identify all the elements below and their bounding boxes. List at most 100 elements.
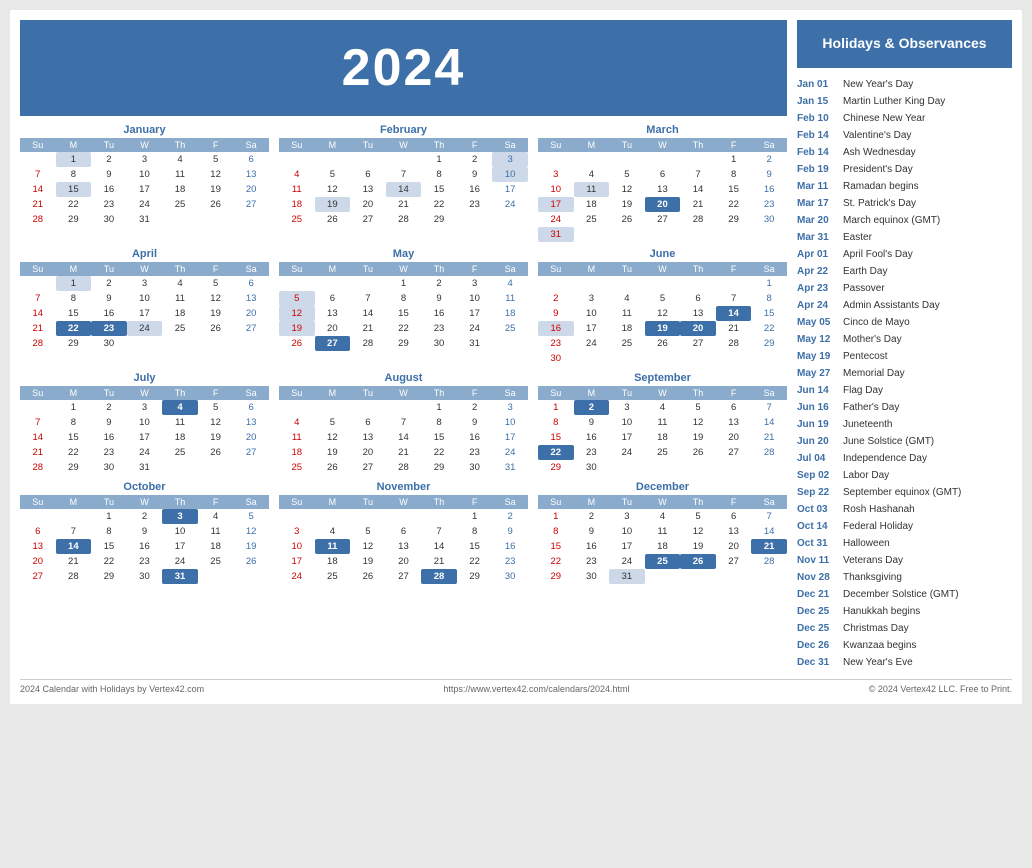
calendar-day: 16 <box>492 539 528 554</box>
calendar-day: 14 <box>751 524 787 539</box>
day-header: W <box>127 138 163 152</box>
calendar-day <box>162 212 198 227</box>
calendar-day: 6 <box>350 167 386 182</box>
day-header: Tu <box>350 262 386 276</box>
holiday-date: May 05 <box>797 314 837 331</box>
calendar-day: 4 <box>574 167 610 182</box>
day-header: Tu <box>609 138 645 152</box>
calendar-day: 29 <box>56 336 92 351</box>
day-header: Su <box>20 262 56 276</box>
calendar-day: 2 <box>574 400 610 415</box>
calendar-day: 21 <box>386 197 422 212</box>
calendar-day: 27 <box>350 460 386 475</box>
calendar-day: 10 <box>609 415 645 430</box>
calendar-day: 25 <box>492 321 528 336</box>
calendar-day: 22 <box>457 554 493 569</box>
month-block: AprilSuMTuWThFSa123456789101112131415161… <box>20 248 269 366</box>
calendar-day <box>680 569 716 584</box>
month-block: JanuarySuMTuWThFSa1234567891011121314151… <box>20 124 269 242</box>
calendar-day: 14 <box>386 430 422 445</box>
calendar-day: 2 <box>492 509 528 524</box>
month-table: SuMTuWThFSa12345678910111213141516171819… <box>279 386 528 475</box>
calendar-day <box>56 509 92 524</box>
calendar-day: 5 <box>233 509 269 524</box>
calendar-day: 8 <box>56 415 92 430</box>
calendar-day: 29 <box>751 336 787 351</box>
day-header: Sa <box>233 138 269 152</box>
calendar-day: 23 <box>127 554 163 569</box>
holiday-name: April Fool's Day <box>843 246 913 263</box>
holiday-item: Jun 19Juneteenth <box>797 416 1012 433</box>
calendar-day: 12 <box>680 524 716 539</box>
holiday-name: Juneteenth <box>843 416 893 433</box>
calendar-day <box>574 276 610 291</box>
day-header: Th <box>680 138 716 152</box>
calendar-day <box>645 276 681 291</box>
calendar-day: 10 <box>457 291 493 306</box>
calendar-day: 30 <box>91 460 127 475</box>
sidebar-title: Holidays & Observances <box>797 20 1012 68</box>
calendar-day: 12 <box>279 306 315 321</box>
holiday-date: Sep 02 <box>797 467 837 484</box>
calendar-day: 9 <box>91 167 127 182</box>
day-header: Sa <box>492 138 528 152</box>
day-header: Tu <box>91 262 127 276</box>
day-header: Sa <box>751 262 787 276</box>
calendar-day: 16 <box>457 182 493 197</box>
calendar-day: 26 <box>198 321 234 336</box>
calendar-day: 17 <box>127 182 163 197</box>
calendar-day: 31 <box>609 569 645 584</box>
calendar-day: 8 <box>421 415 457 430</box>
calendar-day: 20 <box>386 554 422 569</box>
calendar-day: 9 <box>421 291 457 306</box>
calendar-day: 22 <box>56 321 92 336</box>
calendar-day: 11 <box>162 167 198 182</box>
calendar-day: 18 <box>162 182 198 197</box>
holiday-name: Thanksgiving <box>843 569 902 586</box>
calendar-day: 18 <box>609 321 645 336</box>
calendar-day: 16 <box>751 182 787 197</box>
sidebar: Holidays & Observances Jan 01New Year's … <box>797 20 1012 671</box>
calendar-day <box>198 460 234 475</box>
calendar-day: 15 <box>56 306 92 321</box>
months-grid: JanuarySuMTuWThFSa1234567891011121314151… <box>20 124 787 584</box>
calendar-day: 1 <box>457 509 493 524</box>
calendar-day: 24 <box>162 554 198 569</box>
holiday-item: May 05 Cinco de Mayo <box>797 314 1012 331</box>
holiday-date: Feb 14 <box>797 144 837 161</box>
month-title: August <box>279 372 528 384</box>
year-title: 2024 <box>20 38 787 98</box>
month-table: SuMTuWThFSa12345678910111213141516171819… <box>20 262 269 351</box>
calendar-day: 13 <box>233 291 269 306</box>
day-header: Sa <box>751 138 787 152</box>
calendar-day: 10 <box>127 415 163 430</box>
calendar-day: 25 <box>609 336 645 351</box>
calendar-day: 30 <box>751 212 787 227</box>
calendar-day: 6 <box>716 400 752 415</box>
day-header: M <box>56 262 92 276</box>
calendar-day: 21 <box>751 539 787 554</box>
holiday-name: Cinco de Mayo <box>843 314 910 331</box>
holiday-date: Dec 25 <box>797 620 837 637</box>
holiday-item: Mar 11Ramadan begins <box>797 178 1012 195</box>
calendar-day: 26 <box>279 336 315 351</box>
calendar-day: 28 <box>56 569 92 584</box>
holiday-item: Apr 24Admin Assistants Day <box>797 297 1012 314</box>
day-header: M <box>315 262 351 276</box>
calendar-day: 19 <box>680 430 716 445</box>
month-table: SuMTuWThFSa12345678910111213141516171819… <box>538 138 787 242</box>
day-header: W <box>645 495 681 509</box>
holiday-date: May 19 <box>797 348 837 365</box>
calendar-day: 28 <box>751 554 787 569</box>
calendar-day <box>350 400 386 415</box>
calendar-day: 25 <box>645 554 681 569</box>
calendar-day: 23 <box>421 321 457 336</box>
calendar-day: 26 <box>315 212 351 227</box>
calendar-day: 10 <box>609 524 645 539</box>
calendar-day: 22 <box>538 445 574 460</box>
calendar-day: 11 <box>645 415 681 430</box>
calendar-day: 28 <box>20 460 56 475</box>
calendar-day: 23 <box>574 554 610 569</box>
calendar-day: 23 <box>574 445 610 460</box>
calendar-day: 30 <box>457 460 493 475</box>
